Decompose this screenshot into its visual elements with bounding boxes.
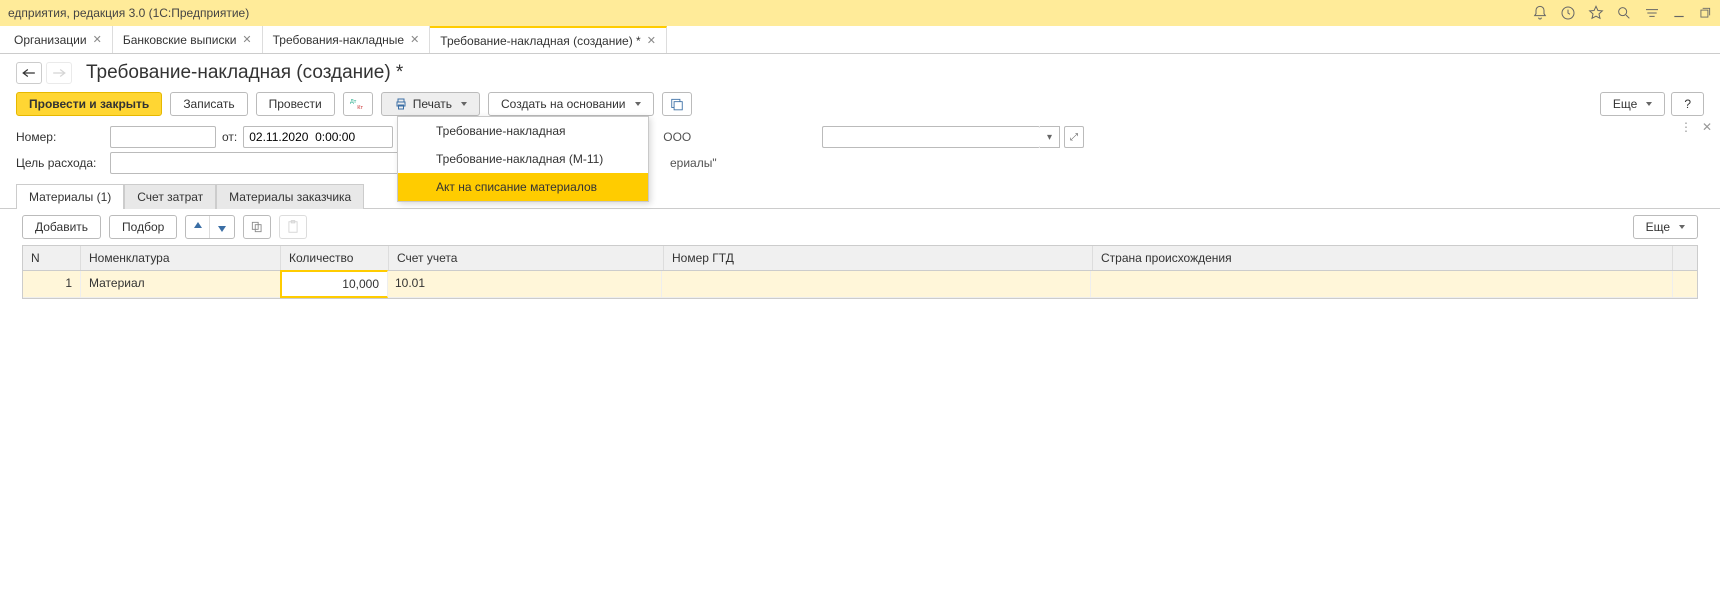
- cell-quantity[interactable]: 10,000: [280, 270, 388, 298]
- grid-toolbar: Добавить Подбор Еще: [0, 209, 1720, 245]
- form-toolbar: Провести и закрыть Записать Провести ДтК…: [0, 88, 1720, 124]
- print-dropdown-menu: Требование-накладная Требование-накладна…: [397, 116, 649, 202]
- paste-button[interactable]: [279, 215, 307, 239]
- number-label: Номер:: [16, 130, 104, 144]
- print-item-writeoff-act[interactable]: Акт на списание материалов: [398, 173, 648, 201]
- col-gtd[interactable]: Номер ГТД: [664, 246, 1093, 270]
- post-and-close-button[interactable]: Провести и закрыть: [16, 92, 162, 116]
- col-scroll-gutter: [1673, 246, 1697, 270]
- tab-bank-statements[interactable]: Банковские выписки ✕: [113, 26, 263, 53]
- cell-n[interactable]: 1: [23, 271, 81, 297]
- detail-tabs: Материалы (1) Счет затрат Материалы зака…: [0, 180, 1720, 209]
- window-title: едприятия, редакция 3.0 (1С:Предприятие): [8, 6, 249, 20]
- cell-account[interactable]: 10.01: [387, 271, 662, 297]
- titlebar-actions: [1532, 5, 1712, 21]
- tab-label: Банковские выписки: [123, 33, 237, 47]
- nav-back-button[interactable]: [16, 62, 42, 84]
- star-icon[interactable]: [1588, 5, 1604, 21]
- tab-organizations[interactable]: Организации ✕: [4, 26, 113, 53]
- date-input[interactable]: [243, 126, 393, 148]
- svg-text:Кт: Кт: [357, 105, 363, 111]
- history-icon[interactable]: [1560, 5, 1576, 21]
- copy-button[interactable]: [243, 215, 271, 239]
- grid-header: N Номенклатура Количество Счет учета Ном…: [23, 246, 1697, 271]
- col-quantity[interactable]: Количество: [281, 246, 389, 270]
- print-item-requisition[interactable]: Требование-накладная: [398, 117, 648, 145]
- restore-icon[interactable]: [1698, 6, 1712, 20]
- form-row-purpose: Цель расхода: ериалы": [0, 150, 1720, 176]
- title-bar: едприятия, редакция 3.0 (1С:Предприятие): [0, 0, 1720, 26]
- col-account[interactable]: Счет учета: [389, 246, 664, 270]
- col-n[interactable]: N: [23, 246, 81, 270]
- close-icon[interactable]: ✕: [647, 34, 656, 47]
- close-icon[interactable]: ✕: [242, 33, 251, 46]
- number-input[interactable]: [110, 126, 216, 148]
- menu-lines-icon[interactable]: [1644, 5, 1660, 21]
- cell-country[interactable]: [1091, 271, 1673, 297]
- print-label: Печать: [413, 97, 452, 111]
- add-row-button[interactable]: Добавить: [22, 215, 101, 239]
- post-button[interactable]: Провести: [256, 92, 335, 116]
- materials-grid: N Номенклатура Количество Счет учета Ном…: [22, 245, 1698, 299]
- open-org-button[interactable]: ⤢: [1064, 126, 1084, 148]
- hidden-text-partial: ериалы": [670, 156, 717, 170]
- table-row[interactable]: 1 Материал 10,000 10.01: [23, 271, 1697, 298]
- bell-icon[interactable]: [1532, 5, 1548, 21]
- write-button[interactable]: Записать: [170, 92, 247, 116]
- tab-label: Организации: [14, 33, 87, 47]
- move-down-button[interactable]: [210, 216, 234, 238]
- date-label: от:: [222, 130, 237, 144]
- create-based-on-button[interactable]: Создать на основании: [488, 92, 654, 116]
- page-header: Требование-накладная (создание) *: [0, 54, 1720, 88]
- select-org-button[interactable]: ▾: [1040, 126, 1060, 148]
- purpose-label: Цель расхода:: [16, 156, 104, 170]
- svg-text:Дт: Дт: [350, 99, 357, 105]
- pick-button[interactable]: Подбор: [109, 215, 177, 239]
- subtab-costs[interactable]: Счет затрат: [124, 184, 216, 209]
- printer-icon: [394, 98, 408, 110]
- close-icon[interactable]: ✕: [93, 33, 102, 46]
- page-title: Требование-накладная (создание) *: [86, 62, 403, 84]
- tab-requisition-create[interactable]: Требование-накладная (создание) * ✕: [430, 26, 667, 53]
- col-country[interactable]: Страна происхождения: [1093, 246, 1673, 270]
- tab-requisitions[interactable]: Требования-накладные ✕: [263, 26, 431, 53]
- purpose-input[interactable]: [110, 152, 400, 174]
- move-up-button[interactable]: [186, 216, 210, 238]
- minimize-icon[interactable]: [1672, 6, 1686, 20]
- cell-gutter: [1673, 271, 1697, 297]
- subtab-materials[interactable]: Материалы (1): [16, 184, 124, 209]
- form-row-number: Номер: от: ООО ▾ ⤢: [0, 124, 1720, 150]
- tab-label: Требования-накладные: [273, 33, 404, 47]
- print-button[interactable]: Печать: [381, 92, 480, 116]
- tab-label: Требование-накладная (создание) *: [440, 34, 640, 48]
- document-tab-bar: Организации ✕ Банковские выписки ✕ Требо…: [0, 26, 1720, 54]
- attach-button[interactable]: [662, 92, 692, 116]
- search-icon[interactable]: [1616, 5, 1632, 21]
- org-field-partial: ООО: [663, 130, 691, 144]
- close-icon[interactable]: ✕: [410, 33, 419, 46]
- nav-forward-button[interactable]: [46, 62, 72, 84]
- move-buttons: [185, 215, 235, 239]
- cell-nomenclature[interactable]: Материал: [81, 271, 281, 297]
- subtab-customer-materials[interactable]: Материалы заказчика: [216, 184, 364, 209]
- grid-more-button[interactable]: Еще: [1633, 215, 1698, 239]
- help-button[interactable]: ?: [1671, 92, 1704, 116]
- col-nomenclature[interactable]: Номенклатура: [81, 246, 281, 270]
- dt-kt-button[interactable]: ДтКт: [343, 92, 373, 116]
- cell-gtd[interactable]: [662, 271, 1091, 297]
- print-item-m11[interactable]: Требование-накладная (М-11): [398, 145, 648, 173]
- org-input[interactable]: [822, 126, 1040, 148]
- more-button[interactable]: Еще: [1600, 92, 1665, 116]
